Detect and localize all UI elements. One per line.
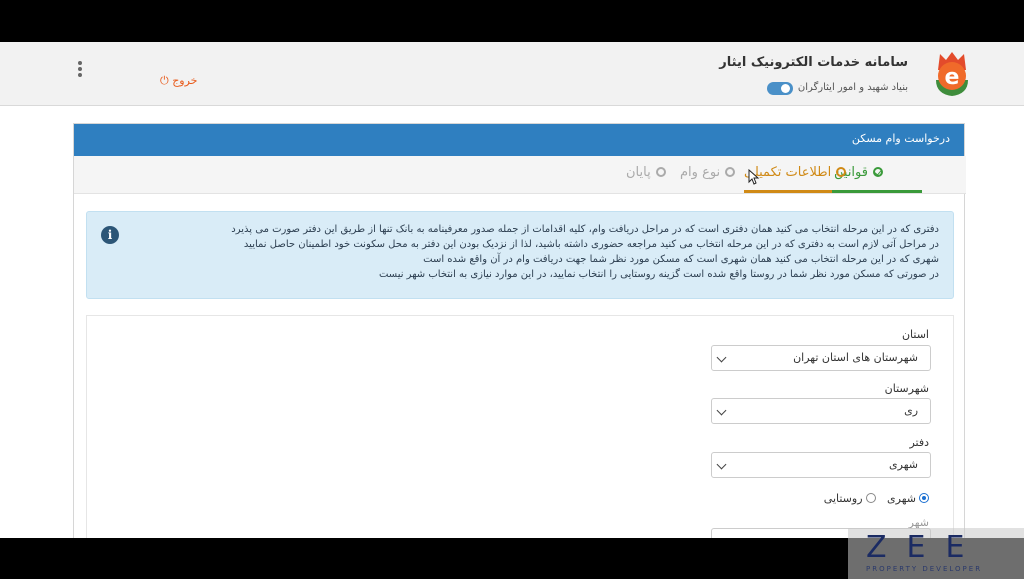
province-select[interactable]: شهرستان های استان تهران [711, 345, 931, 371]
radio-label: روستایی [823, 492, 863, 505]
chevron-down-icon [716, 459, 727, 470]
wizard-stepper: قوانین اطلاعات تکمیلی نوع وام پایان [74, 156, 966, 194]
chevron-down-icon [716, 352, 727, 363]
svg-text:e: e [945, 65, 960, 90]
app-header: e سامانه خدمات الکترونیک ایثار بنیاد شهی… [0, 42, 1024, 106]
step-progress-done [832, 190, 922, 193]
radio-rural[interactable]: روستایی [824, 492, 876, 505]
power-icon: ⏻ [160, 74, 169, 87]
alert-line: در صورتی که مسکن مورد نظر شما در روستا و… [378, 269, 939, 280]
office-label: دفتر [909, 436, 929, 449]
theme-toggle[interactable] [767, 82, 793, 95]
office-select[interactable]: شهری [711, 452, 931, 478]
radio-checked-icon [919, 493, 929, 503]
circle-icon [836, 167, 847, 177]
alert-line: در مراحل آتی لازم است به دفتری که در این… [243, 239, 939, 250]
app-subtitle: بنیاد شهید و امور ایثارگران [797, 82, 908, 93]
kebab-menu-icon[interactable] [74, 60, 86, 80]
radio-urban[interactable]: شهری [887, 492, 929, 505]
step-label: پایان [626, 165, 651, 180]
info-icon: i [101, 226, 119, 244]
card-title: درخواست وام مسکن [74, 124, 964, 156]
mouse-cursor-icon [748, 169, 760, 185]
area-type-radios: شهری روستایی [816, 492, 929, 505]
watermark-logo: ZEE [866, 530, 985, 565]
video-letterbox-top [0, 0, 1024, 42]
alert-line: شهری که در این مرحله انتخاب می کنید همان… [423, 254, 939, 265]
watermark-tagline: PROPERTY DEVELOPER [866, 565, 983, 573]
isar-logo: e [936, 52, 968, 96]
radio-label: شهری [887, 492, 916, 505]
step-progress-active [744, 190, 832, 193]
logout-button[interactable]: خروج ⏻ [160, 74, 198, 88]
province-value: شهرستان های استان تهران [793, 351, 918, 364]
zee-watermark: ZEE PROPERTY DEVELOPER [848, 528, 1024, 579]
step-loan-type[interactable]: نوع وام [680, 165, 736, 180]
alert-line: دفتری که در این مرحله انتخاب می کنید هما… [231, 224, 939, 235]
chevron-down-icon [716, 405, 727, 416]
alert-text: دفتری که در این مرحله انتخاب می کنید هما… [119, 222, 939, 282]
loan-request-card: درخواست وام مسکن قوانین اطلاعات تکمیلی ن… [73, 123, 966, 538]
step-label: نوع وام [680, 165, 721, 180]
info-alert: i دفتری که در این مرحله انتخاب می کنید ه… [86, 211, 954, 299]
app-screen: e سامانه خدمات الکترونیک ایثار بنیاد شهی… [0, 42, 1024, 538]
office-form: استان شهرستان های استان تهران شهرستان ری… [86, 315, 954, 538]
office-value: شهری [889, 458, 918, 471]
logout-label: خروج [172, 74, 198, 87]
check-circle-icon [872, 167, 883, 177]
radio-unchecked-icon [865, 493, 876, 503]
circle-icon [655, 167, 666, 177]
county-value: ری [904, 404, 918, 417]
circle-icon [725, 167, 736, 177]
step-end[interactable]: پایان [626, 165, 666, 180]
province-label: استان [901, 328, 929, 341]
county-label: شهرستان [884, 382, 929, 395]
app-title: سامانه خدمات الکترونیک ایثار [719, 55, 908, 70]
toggle-knob [781, 84, 790, 93]
county-select[interactable]: ری [711, 398, 931, 424]
